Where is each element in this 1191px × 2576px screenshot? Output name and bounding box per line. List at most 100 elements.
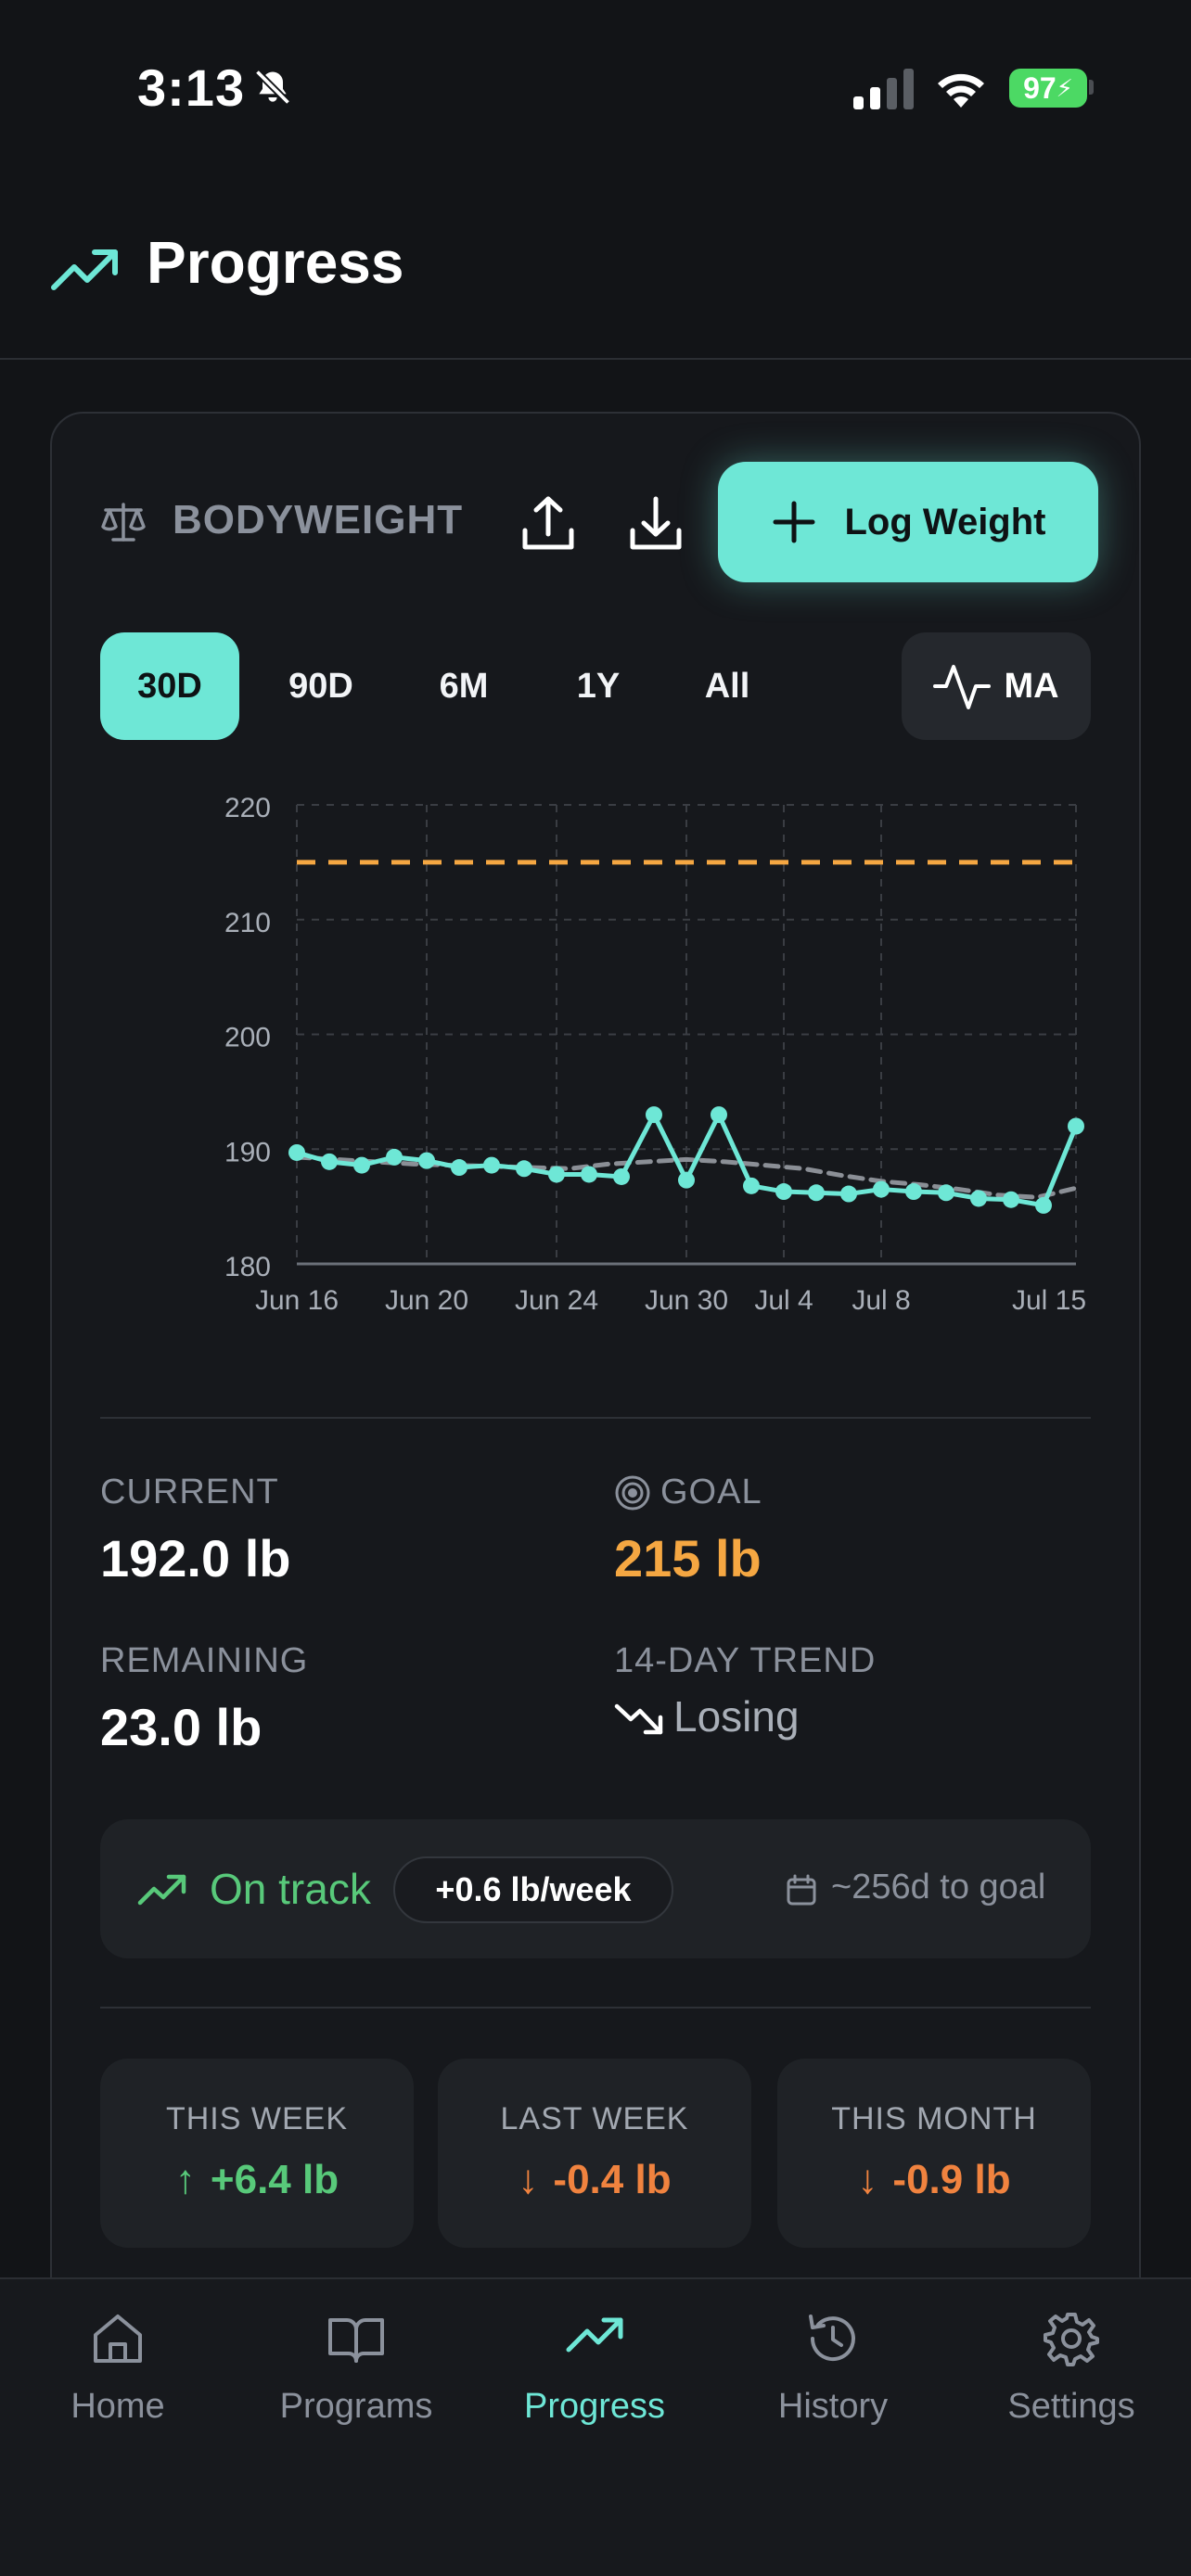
charging-bolt-icon: ⚡ — [1056, 73, 1073, 102]
export-icon[interactable] — [516, 491, 581, 556]
data-point — [905, 1183, 922, 1201]
data-point — [451, 1159, 467, 1177]
data-point — [581, 1166, 597, 1183]
bell-off-icon — [254, 69, 291, 106]
data-point — [288, 1143, 305, 1161]
data-point — [646, 1106, 662, 1124]
tab-home[interactable]: Home — [16, 2309, 220, 2448]
data-point — [548, 1166, 565, 1183]
tab-programs[interactable]: Programs — [254, 2309, 458, 2448]
period-label: LAST WEEK — [500, 2101, 689, 2136]
data-point — [386, 1148, 403, 1166]
range-all-button[interactable]: All — [664, 632, 790, 740]
data-point — [873, 1180, 890, 1198]
battery-level: 97 — [1023, 70, 1057, 105]
tab-label: History — [777, 2387, 889, 2426]
log-weight-label: Log Weight — [844, 501, 1046, 542]
period-value: ↑ +6.4 lb — [100, 2157, 414, 2203]
gear-icon — [1044, 2313, 1099, 2366]
tab-label: Settings — [1007, 2387, 1135, 2426]
status-bar: 3:13 97 ⚡ — [0, 0, 1191, 176]
last-week-box: LAST WEEK ↓ -0.4 lb — [438, 2059, 751, 2248]
arrow-down-icon: ↓ — [857, 2157, 878, 2202]
range-30d-button[interactable]: 30D — [100, 632, 239, 740]
x-tick-label: Jun 16 — [255, 1285, 339, 1316]
period-amount: +6.4 lb — [210, 2157, 339, 2202]
status-time: 3:13 — [137, 58, 246, 117]
scale-icon — [101, 503, 146, 542]
x-tick-label: Jul 4 — [754, 1285, 813, 1316]
tab-label: Home — [70, 2387, 165, 2426]
remaining-value: 23.0 lb — [100, 1698, 263, 1756]
book-icon — [328, 2318, 384, 2363]
data-point — [1003, 1191, 1019, 1208]
battery-tip — [1089, 80, 1094, 95]
this-month-box: THIS MONTH ↓ -0.9 lb — [777, 2059, 1091, 2248]
range-6m-button[interactable]: 6M — [399, 632, 529, 740]
section-label: BODYWEIGHT — [173, 497, 464, 542]
data-point — [970, 1190, 987, 1207]
page-title: Progress — [147, 229, 404, 296]
data-point — [1035, 1196, 1052, 1214]
period-label: THIS MONTH — [831, 2101, 1037, 2136]
range-90d-button[interactable]: 90D — [252, 632, 390, 740]
x-tick-label: Jun 20 — [385, 1285, 468, 1316]
period-value: ↓ -0.9 lb — [777, 2157, 1091, 2203]
current-value: 192.0 lb — [100, 1529, 291, 1588]
rate-badge: +0.6 lb/week — [393, 1856, 673, 1923]
import-icon[interactable] — [623, 491, 688, 556]
arrow-up-icon: ↑ — [174, 2157, 196, 2202]
tab-settings[interactable]: Settings — [969, 2309, 1173, 2448]
data-point — [516, 1160, 532, 1178]
moving-average-toggle[interactable]: MA — [902, 632, 1091, 740]
y-tick-label: 210 — [224, 908, 271, 938]
x-tick-label: Jun 30 — [645, 1285, 728, 1316]
trend-value: Losing — [673, 1692, 800, 1741]
wifi-icon — [938, 73, 984, 108]
home-icon — [94, 2315, 142, 2363]
data-point — [483, 1156, 500, 1174]
history-icon — [809, 2315, 855, 2362]
goal-value: 215 lb — [614, 1529, 762, 1588]
data-point — [678, 1171, 695, 1189]
period-value: ↓ -0.4 lb — [438, 2157, 751, 2203]
data-point — [743, 1177, 760, 1194]
trending-up-icon — [51, 249, 118, 290]
arrow-down-icon: ↓ — [518, 2157, 539, 2202]
data-point — [938, 1184, 954, 1202]
target-icon — [615, 1475, 650, 1511]
tab-label: Progress — [523, 2387, 666, 2426]
trend-label: 14-DAY TREND — [614, 1641, 877, 1680]
data-point — [840, 1185, 857, 1203]
log-weight-button[interactable]: Log Weight — [718, 462, 1098, 582]
data-point — [808, 1184, 825, 1202]
track-status: On track — [210, 1865, 371, 1913]
page-header: Progress — [0, 176, 1191, 360]
period-amount: -0.4 lb — [553, 2157, 672, 2202]
y-tick-label: 220 — [224, 793, 271, 823]
x-tick-label: Jul 8 — [852, 1285, 910, 1316]
tab-history[interactable]: History — [731, 2309, 935, 2448]
goal-eta: ~256d to goal — [831, 1868, 1046, 1906]
goal-label: GOAL — [660, 1473, 762, 1511]
x-tick-label: Jun 24 — [515, 1285, 598, 1316]
y-tick-label: 190 — [224, 1137, 271, 1167]
y-tick-label: 180 — [224, 1252, 271, 1282]
tab-progress[interactable]: Progress — [493, 2309, 697, 2448]
weight-chart: 220 210 200 190 180Jun 16 Jun 20 Jun 24 Jun 30 J… — [224, 793, 1086, 1316]
data-point — [418, 1152, 435, 1169]
period-amount: -0.9 lb — [892, 2157, 1011, 2202]
data-point — [711, 1106, 727, 1124]
plus-icon — [773, 501, 814, 543]
tab-label: Programs — [279, 2387, 433, 2426]
trending-up-icon — [566, 2317, 623, 2353]
battery-indicator: 97 ⚡ — [1009, 69, 1087, 108]
data-point — [321, 1153, 338, 1170]
range-1y-button[interactable]: 1Y — [538, 632, 659, 740]
divider — [100, 2007, 1091, 2009]
remaining-label: REMAINING — [100, 1641, 309, 1680]
this-week-box: THIS WEEK ↑ +6.4 lb — [100, 2059, 414, 2248]
data-point — [775, 1183, 792, 1201]
data-point — [1068, 1117, 1084, 1135]
x-tick-label: Jul 15 — [1012, 1285, 1086, 1316]
